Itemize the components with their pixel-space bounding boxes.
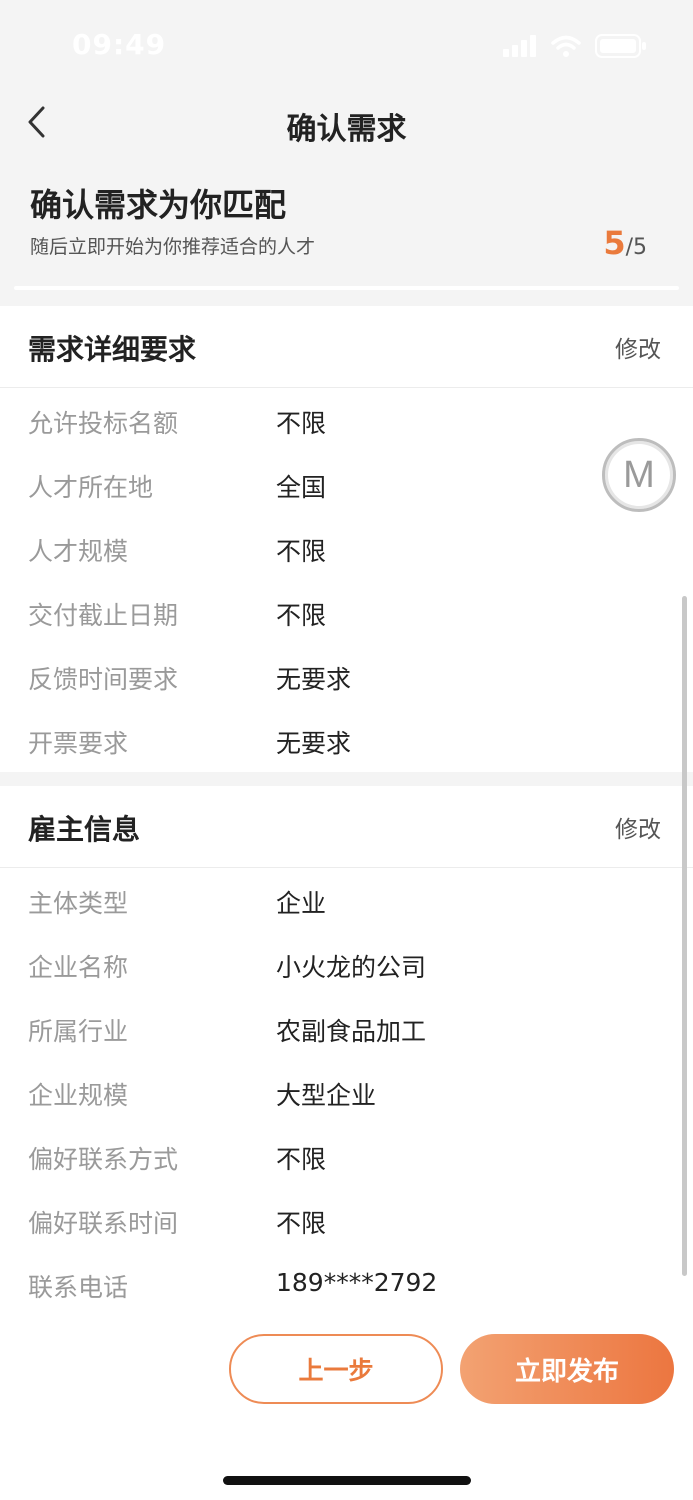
row-value: 企业 [276,889,327,918]
list-item: 交付截止日期 不限 [0,580,693,644]
list-item: 偏好联系方式 不限 [0,1124,693,1188]
row-label: 主体类型 [28,889,129,918]
edit-employer-button[interactable]: 修改 [615,810,661,844]
signal-icon [503,35,536,57]
previous-step-button[interactable]: 上一步 [229,1334,443,1404]
wifi-icon [551,35,581,57]
list-item: 人才所在地 全国 [0,452,693,516]
row-label: 人才规模 [28,537,129,566]
list-item: 主体类型 企业 [0,868,693,932]
row-label: 交付截止日期 [28,601,179,630]
row-value: 全国 [276,473,327,502]
requirements-card-header: 需求详细要求 修改 [0,306,693,388]
step-counter: 5/5 [603,224,647,262]
home-indicator[interactable] [223,1476,471,1485]
header-title: 确认需求为你匹配 [30,186,287,224]
row-value: 不限 [276,409,327,438]
row-label: 偏好联系方式 [28,1145,179,1174]
list-item: 企业名称 小火龙的公司 [0,932,693,996]
row-label: 反馈时间要求 [28,665,179,694]
list-item: 偏好联系时间 不限 [0,1188,693,1252]
header-subtitle: 随后立即开始为你推荐适合的人才 [30,236,316,258]
bottom-action-bar: 上一步 立即发布 [0,1314,693,1500]
row-label: 联系电话 [28,1273,129,1302]
step-current: 5 [603,224,626,262]
battery-icon [595,34,646,58]
row-label: 允许投标名额 [28,409,179,438]
row-value: 不限 [276,537,327,566]
row-value: 无要求 [276,729,352,758]
list-item: 企业规模 大型企业 [0,1060,693,1124]
scrollbar[interactable] [682,596,687,1276]
requirements-card: 需求详细要求 修改 允许投标名额 不限 人才所在地 全国 人才规模 不限 交付截… [0,306,693,772]
header-block: 确认需求为你匹配 随后立即开始为你推荐适合的人才 5/5 [0,170,693,290]
list-item: 所属行业 农副食品加工 [0,996,693,1060]
edit-requirements-button[interactable]: 修改 [615,330,661,364]
employer-list: 主体类型 企业 企业名称 小火龙的公司 所属行业 农副食品加工 企业规模 大型企… [0,868,693,1316]
list-item: 反馈时间要求 无要求 [0,644,693,708]
m-letter-icon: M [623,453,655,496]
row-label: 企业名称 [28,953,129,982]
nav-bar: 确认需求 [0,90,693,158]
list-item: 允许投标名额 不限 [0,388,693,452]
row-value: 不限 [276,1145,327,1174]
header-divider [14,286,679,290]
list-item: 人才规模 不限 [0,516,693,580]
row-label: 所属行业 [28,1017,129,1046]
status-bar: 09:49 [0,0,693,90]
list-item: 开票要求 无要求 [0,708,693,772]
row-value: 小火龙的公司 [276,953,427,982]
row-value: 农副食品加工 [276,1017,427,1046]
row-value: 189****2792 [276,1268,438,1297]
row-value: 不限 [276,1209,327,1238]
row-label: 偏好联系时间 [28,1209,179,1238]
employer-card: 雇主信息 修改 主体类型 企业 企业名称 小火龙的公司 所属行业 农副食品加工 … [0,786,693,1314]
row-value: 无要求 [276,665,352,694]
row-label: 企业规模 [28,1081,129,1110]
step-total: /5 [625,235,647,260]
list-item: 联系电话 189****2792 [0,1252,693,1316]
requirements-title: 需求详细要求 [28,333,197,366]
status-icons [503,34,647,58]
page-title: 确认需求 [286,112,407,147]
row-value: 大型企业 [276,1081,377,1110]
employer-title: 雇主信息 [28,813,141,846]
publish-now-button[interactable]: 立即发布 [460,1334,674,1404]
requirements-list: 允许投标名额 不限 人才所在地 全国 人才规模 不限 交付截止日期 不限 反馈时… [0,388,693,772]
row-label: 人才所在地 [28,473,154,502]
row-value: 不限 [276,601,327,630]
floating-m-button[interactable]: M [602,438,676,512]
row-label: 开票要求 [28,729,129,758]
status-time: 09:49 [72,28,167,61]
employer-card-header: 雇主信息 修改 [0,786,693,868]
